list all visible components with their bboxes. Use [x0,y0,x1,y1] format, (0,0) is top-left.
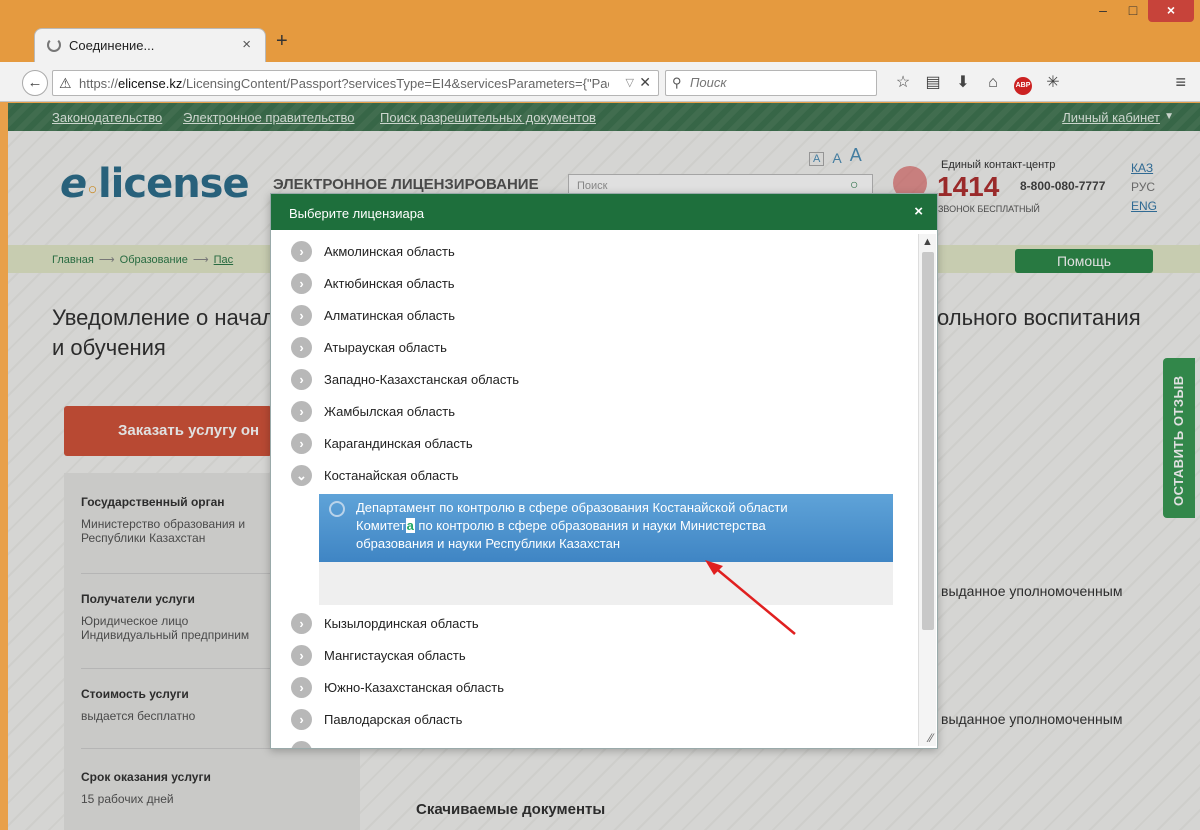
chevron-right-icon[interactable]: › [291,644,312,666]
region-item[interactable]: › Южно-Казахстанская область [291,676,504,698]
region-label[interactable]: Южно-Казахстанская область [324,680,504,695]
minimize-button[interactable]: – [1088,0,1118,22]
option-line: Департамент по контролю в сфере образова… [356,500,788,515]
chevron-right-icon[interactable]: › [291,708,312,730]
url-clear-icon[interactable]: ✕ [639,74,651,91]
chevron-right-icon[interactable]: › [291,612,312,634]
close-window-button[interactable]: × [1148,0,1194,22]
chevron-right-icon[interactable]: › [291,336,312,358]
licensor-option-label[interactable]: Департамент по контролю в сфере образова… [356,499,886,553]
region-item-expanded[interactable]: ⌄ Костанайская область [291,464,459,486]
region-label[interactable]: Западно-Казахстанская область [324,372,519,387]
region-item[interactable]: › Карагандинская область [291,432,473,454]
url-path: /LicensingContent/Passport?servicesType=… [182,76,609,91]
region-label[interactable]: Алматинская область [324,308,455,323]
bookmark-star-icon[interactable]: ☆ [888,72,918,95]
url-bar[interactable]: ⚠ https://elicense.kz/LicensingContent/P… [52,70,659,96]
download-icon[interactable]: ⬇ [948,72,978,95]
region-item[interactable]: › Жамбылская область [291,400,455,422]
browser-titlebar: Соединение... × + – □ × [0,0,1200,62]
region-item[interactable]: › Мангистауская область [291,644,466,666]
url-host: elicense.kz [118,76,183,91]
extension-icon[interactable]: ✳ [1038,72,1068,95]
chevron-right-icon[interactable]: › [291,676,312,698]
resize-handle-icon[interactable]: ⁄⁄ [929,731,933,745]
sub-list: Департамент по контролю в сфере образова… [319,494,893,605]
url-dropdown-icon[interactable]: ▽ [626,76,634,89]
region-item[interactable]: › Атырауская область [291,336,447,358]
browser-search-input[interactable] [690,75,870,90]
region-label[interactable]: Атырауская область [324,340,447,355]
back-button[interactable]: ← [22,70,48,96]
region-label[interactable]: Карагандинская область [324,436,473,451]
url-prefix: https:// [79,76,119,91]
modal-scrollbar[interactable]: ▲ [918,234,936,746]
option-line: по контролю в сфере образования и науки … [414,518,766,533]
region-list: › Акмолинская область › Актюбинская област… [271,230,919,748]
chevron-right-icon[interactable]: › [291,272,312,294]
modal-title: Выберите лицензиара [289,206,425,221]
region-label[interactable]: Жамбылская область [324,404,455,419]
browser-navbar: ← ⚠ https://elicense.kz/LicensingContent… [0,62,1200,102]
chevron-right-icon[interactable]: › [291,304,312,326]
licensor-modal: Выберите лицензиара × › Акмолинская облас… [270,193,938,749]
modal-header: Выберите лицензиара × [271,194,937,230]
region-item[interactable]: › Актюбинская область [291,272,455,294]
new-tab-button[interactable]: + [276,30,288,53]
chevron-right-icon[interactable]: › [291,432,312,454]
maximize-button[interactable]: □ [1118,0,1148,22]
browser-search[interactable]: ⚲ [665,70,877,96]
region-label[interactable]: Павлодарская область [324,712,462,727]
hamburger-menu-icon[interactable]: ≡ [1175,72,1186,93]
scroll-up-icon[interactable]: ▲ [922,236,933,248]
region-item[interactable]: › Акмолинская область [291,240,455,262]
text-cursor: а [405,518,415,533]
browser-tab[interactable]: Соединение... × [34,28,266,62]
warning-icon: ⚠ [59,75,72,91]
option-line: Комитет [356,518,406,533]
loading-icon [47,38,61,52]
adblock-icon[interactable]: ABP [1008,72,1038,95]
tab-title: Соединение... [69,38,155,53]
reading-list-icon[interactable]: ▤ [918,72,948,95]
region-label[interactable]: Мангистауская область [324,648,466,663]
tab-close-button[interactable]: × [242,36,251,53]
region-item[interactable]: › Западно-Казахстанская область [291,368,519,390]
toolbar-icons: ☆ ▤ ⬇ ⌂ ABP ✳ [888,72,1068,95]
chevron-right-icon[interactable]: › [291,740,312,748]
region-label[interactable]: Актюбинская область [324,276,455,291]
window-controls: – □ × [1088,0,1194,22]
chevron-right-icon[interactable]: › [291,368,312,390]
region-label[interactable]: Акмолинская область [324,244,455,259]
home-icon[interactable]: ⌂ [978,72,1008,95]
licensor-option-selected[interactable]: Департамент по контролю в сфере образова… [319,494,893,562]
option-line: образования и науки Республики Казахстан [356,536,621,551]
chevron-down-icon[interactable]: ⌄ [291,464,312,486]
modal-close-button[interactable]: × [914,203,923,220]
region-item[interactable]: › Павлодарская область [291,708,462,730]
arrow-left-icon: ← [27,74,43,91]
region-item[interactable]: › Кызылординская область [291,612,479,634]
search-icon: ⚲ [672,75,682,90]
chevron-right-icon[interactable]: › [291,240,312,262]
region-label[interactable]: Кызылординская область [324,616,479,631]
scrollbar-thumb[interactable] [922,252,934,630]
region-item-partial[interactable]: › [291,740,312,748]
url-text[interactable]: https://elicense.kz/LicensingContent/Pas… [79,76,609,91]
radio-icon[interactable] [329,501,345,517]
region-item[interactable]: › Алматинская область [291,304,455,326]
region-label[interactable]: Костанайская область [324,468,459,483]
chevron-right-icon[interactable]: › [291,400,312,422]
